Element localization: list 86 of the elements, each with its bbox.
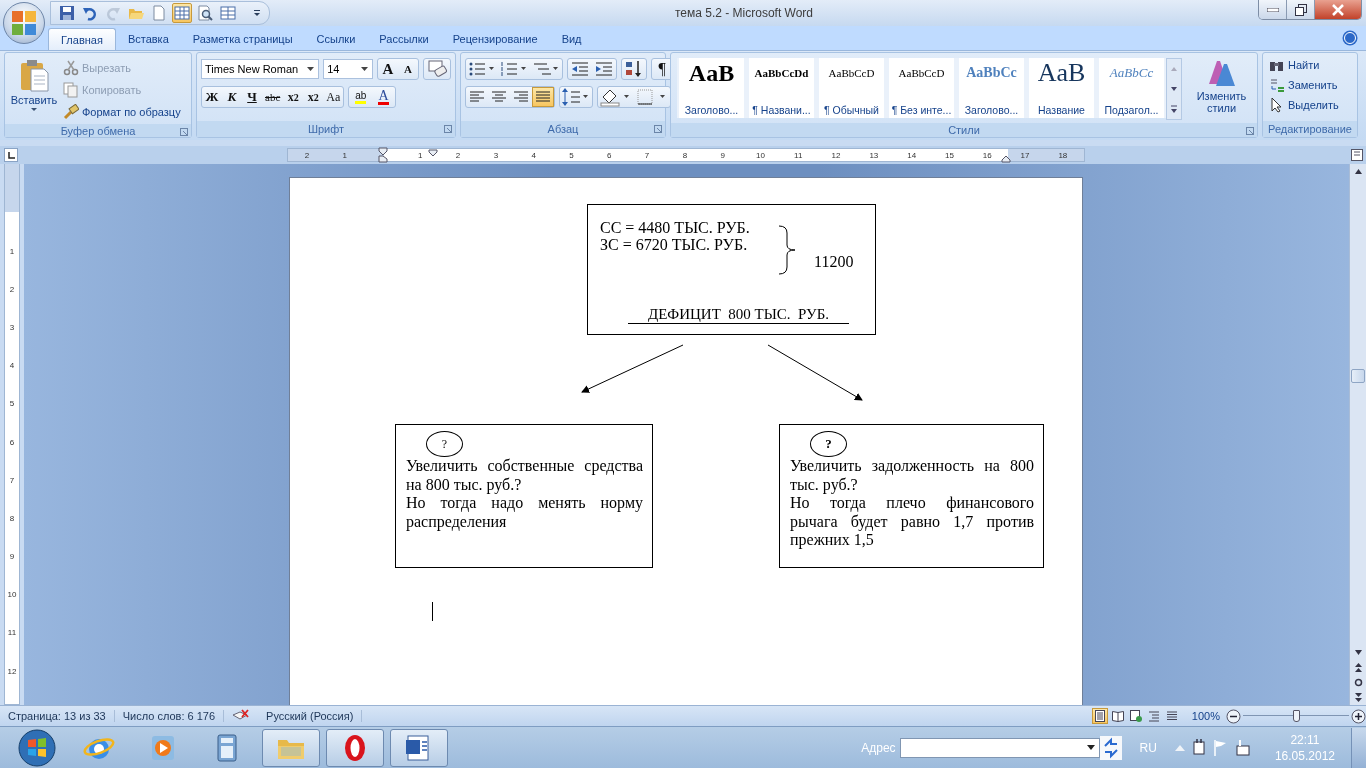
clock-date: 16.05.2012 xyxy=(1274,747,1335,764)
ruler-number: 9 xyxy=(720,150,725,160)
ruler-number: 6 xyxy=(8,436,16,449)
diagram-paragraph: Но тогда плечо финансового рычага будет равно 1,7 против прежних 1,5 xyxy=(790,494,1034,550)
bold-button[interactable]: Ж xyxy=(202,87,222,107)
show-formatting-button[interactable]: ¶ xyxy=(652,59,672,79)
diagram-paragraph: Увеличить собственные средства на 800 тыс. руб.? xyxy=(406,457,643,494)
style-preset[interactable]: AaBbCc Подзагол... xyxy=(1099,58,1164,118)
diagram-text: СС = 4480 ТЫС. РУБ. xyxy=(600,219,750,237)
ruler-number: 7 xyxy=(644,150,650,160)
underline-button[interactable]: Ч xyxy=(242,87,262,107)
font-size-dropdown[interactable]: 14 xyxy=(323,59,373,79)
group-title: Шрифт xyxy=(307,123,345,135)
ruler-number: 12 xyxy=(6,665,18,678)
ribbon-tab[interactable]: Ссылки xyxy=(304,28,368,50)
ruler-number: 2 xyxy=(304,150,310,160)
ruler-number: 7 xyxy=(8,474,16,487)
shrink-font-button[interactable]: A xyxy=(398,59,418,79)
ruler-number: 3 xyxy=(8,321,16,334)
ruler-number: 1 xyxy=(418,150,423,160)
group-title: Стили xyxy=(948,124,980,136)
font-name-dropdown[interactable]: Times New Roman xyxy=(201,59,320,79)
zoom-level[interactable]: 100% xyxy=(1183,710,1226,722)
ruler-number: 1 xyxy=(8,245,16,258)
ruler-number: 4 xyxy=(531,150,536,160)
ruler-number: 11 xyxy=(794,150,803,160)
ruler-number: 5 xyxy=(8,398,16,411)
diagram-text: ЗС = 6720 ТЫС. РУБ. xyxy=(600,236,748,254)
ruler-number: 2 xyxy=(8,283,16,296)
find-button[interactable]: Найти xyxy=(1269,55,1351,74)
group-title: Буфер обмена xyxy=(60,124,136,137)
ruler-number: 12 xyxy=(831,150,841,160)
select-button[interactable]: Выделить xyxy=(1269,95,1351,114)
diagram-paragraph: Но тогда надо менять норму распределения xyxy=(406,494,643,531)
diagram-text: ДЕФИЦИТ 800 ТЫС. РУБ. xyxy=(628,306,849,324)
word-count[interactable]: Число слов: 6 176 xyxy=(114,710,225,722)
ruler-number: 8 xyxy=(8,512,16,525)
strike-button[interactable]: abc xyxy=(262,87,284,107)
ruler-number: 6 xyxy=(607,150,612,160)
ruler-number: 2 xyxy=(455,150,461,160)
ruler-number: 18 xyxy=(1058,150,1068,160)
grow-font-button[interactable]: A xyxy=(378,59,398,79)
change-styles-button[interactable]: Изменить стили xyxy=(1190,58,1253,114)
style-preset[interactable]: AaB Название xyxy=(1029,58,1094,118)
ribbon-tab[interactable]: Главная xyxy=(48,28,116,50)
ribbon-tab[interactable]: Рассылки xyxy=(367,28,441,50)
ruler-number: 15 xyxy=(945,150,954,160)
style-preset[interactable]: AaBbCc Заголово... xyxy=(959,58,1024,118)
italic-button[interactable]: К xyxy=(222,87,242,107)
style-preset[interactable]: AaB Заголово... xyxy=(679,58,744,118)
ruler-number: 14 xyxy=(907,150,917,160)
address-label: Адрес xyxy=(861,740,896,755)
ribbon-tab[interactable]: Рецензирование xyxy=(440,28,550,50)
ruler-number: 9 xyxy=(8,551,16,564)
vertical-ruler[interactable]: 1 2 3 4 5 6 7 8 9 10 11 12 xyxy=(4,164,20,705)
clock-time: 22:11 xyxy=(1290,731,1320,748)
horizontal-ruler[interactable]: 2 1 1 2 3 4 5 6 7 8 9 10 11 12 13 14 15 16 17 18 xyxy=(287,148,1085,162)
style-preset[interactable]: AaBbCcD ¶ Обычный xyxy=(819,58,884,118)
font-color-button[interactable]: A xyxy=(372,87,395,107)
ruler-number: 4 xyxy=(8,360,16,373)
style-preset[interactable]: AaBbCcD ¶ Без инте... xyxy=(889,58,954,118)
ruler-number: 5 xyxy=(569,150,574,160)
ruler-number: 13 xyxy=(869,150,879,160)
page-counter[interactable]: Страница: 13 из 33 xyxy=(0,710,115,722)
ruler-number: 16 xyxy=(982,150,992,160)
ribbon-tab[interactable]: Вставка xyxy=(115,28,181,50)
diagram-paragraph: Увеличить задолженность на 800 тыс. руб.? xyxy=(790,457,1034,494)
highlight-button[interactable]: ab xyxy=(349,87,373,107)
replace-button[interactable]: Заменить xyxy=(1269,75,1351,94)
format-painter-button[interactable]: Формат по образцу xyxy=(63,102,181,121)
ruler-number: 8 xyxy=(682,150,688,160)
style-preset[interactable]: AaBbCcDd ¶ Названи... xyxy=(749,58,814,118)
ruler-number: 11 xyxy=(6,627,18,640)
paste-button[interactable]: Вставить xyxy=(9,56,59,121)
ribbon-tab[interactable]: Вид xyxy=(549,28,594,50)
ribbon-tab[interactable]: Разметка страницы xyxy=(180,28,305,50)
case-button[interactable]: Aa xyxy=(323,87,344,107)
group-title: Редактирование xyxy=(1268,123,1352,135)
window-title: тема 5.2 - Microsoft Word xyxy=(673,6,815,20)
language-indicator[interactable]: Русский (Россия) xyxy=(258,710,363,722)
group-title: Абзац xyxy=(547,123,579,135)
ruler-number: 10 xyxy=(756,150,765,160)
ruler-number: 17 xyxy=(1020,150,1030,160)
ruler-number: 10 xyxy=(6,589,18,602)
ruler-number: 1 xyxy=(342,150,347,160)
ruler-number: 3 xyxy=(493,150,499,160)
